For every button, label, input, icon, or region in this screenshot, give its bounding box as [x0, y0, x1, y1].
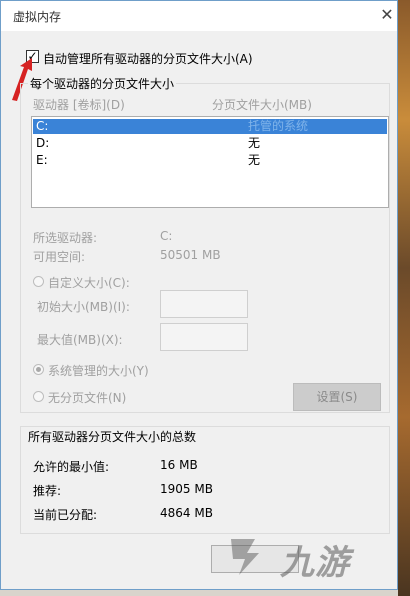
free-space-label: 可用空间:: [33, 250, 86, 264]
recommended-value: 1905 MB: [160, 482, 213, 496]
min-allowed-label: 允许的最小值:: [33, 460, 110, 474]
background-desktop-strip: [398, 0, 410, 596]
custom-size-radio[interactable]: [33, 276, 44, 287]
recommended-label: 推荐:: [33, 484, 62, 498]
watermark-text: 九游: [280, 543, 350, 583]
currently-allocated-value: 4864 MB: [160, 506, 213, 520]
drive-row-e[interactable]: E: 无: [33, 153, 387, 168]
drive-list[interactable]: C: 托管的系统 D: 无 E: 无: [31, 116, 389, 208]
initial-size-input[interactable]: [160, 290, 248, 318]
drive-size: 无: [248, 153, 261, 167]
drive-letter: D:: [36, 136, 50, 150]
set-button[interactable]: 设置(S): [293, 383, 381, 411]
auto-manage-label[interactable]: 自动管理所有驱动器的分页文件大小(A): [43, 50, 253, 67]
title-bar: 虚拟内存 ✕: [1, 1, 397, 31]
system-managed-radio[interactable]: [33, 364, 44, 375]
drive-letter: C:: [36, 119, 49, 133]
watermark: 九游: [225, 525, 405, 585]
system-managed-label[interactable]: 系统管理的大小(Y): [48, 362, 149, 379]
close-icon[interactable]: ✕: [375, 3, 399, 27]
column-header-size: 分页文件大小(MB): [212, 98, 312, 112]
drive-size: 无: [248, 136, 261, 150]
min-allowed-value: 16 MB: [160, 458, 198, 472]
selected-drive-label: 所选驱动器:: [33, 231, 98, 245]
drive-letter: E:: [36, 153, 48, 167]
drive-size: 托管的系统: [248, 119, 309, 133]
drive-row-d[interactable]: D: 无: [33, 136, 387, 151]
custom-size-label[interactable]: 自定义大小(C):: [48, 274, 130, 291]
per-drive-group-title: 每个驱动器的分页文件大小: [28, 75, 177, 92]
currently-allocated-label: 当前已分配:: [33, 508, 98, 522]
watermark-logo-icon: [231, 539, 259, 575]
totals-group-title: 所有驱动器分页文件大小的总数: [28, 430, 197, 444]
no-paging-radio[interactable]: [33, 391, 44, 402]
max-size-label: 最大值(MB)(X):: [37, 333, 123, 347]
no-paging-label[interactable]: 无分页文件(N): [48, 389, 126, 406]
initial-size-label: 初始大小(MB)(I):: [37, 300, 130, 314]
max-size-input[interactable]: [160, 323, 248, 351]
free-space-value: 50501 MB: [160, 248, 221, 262]
drive-row-c[interactable]: C: 托管的系统: [33, 119, 387, 134]
selected-drive-value: C:: [160, 229, 173, 243]
column-header-drive: 驱动器 [卷标](D): [33, 98, 125, 112]
